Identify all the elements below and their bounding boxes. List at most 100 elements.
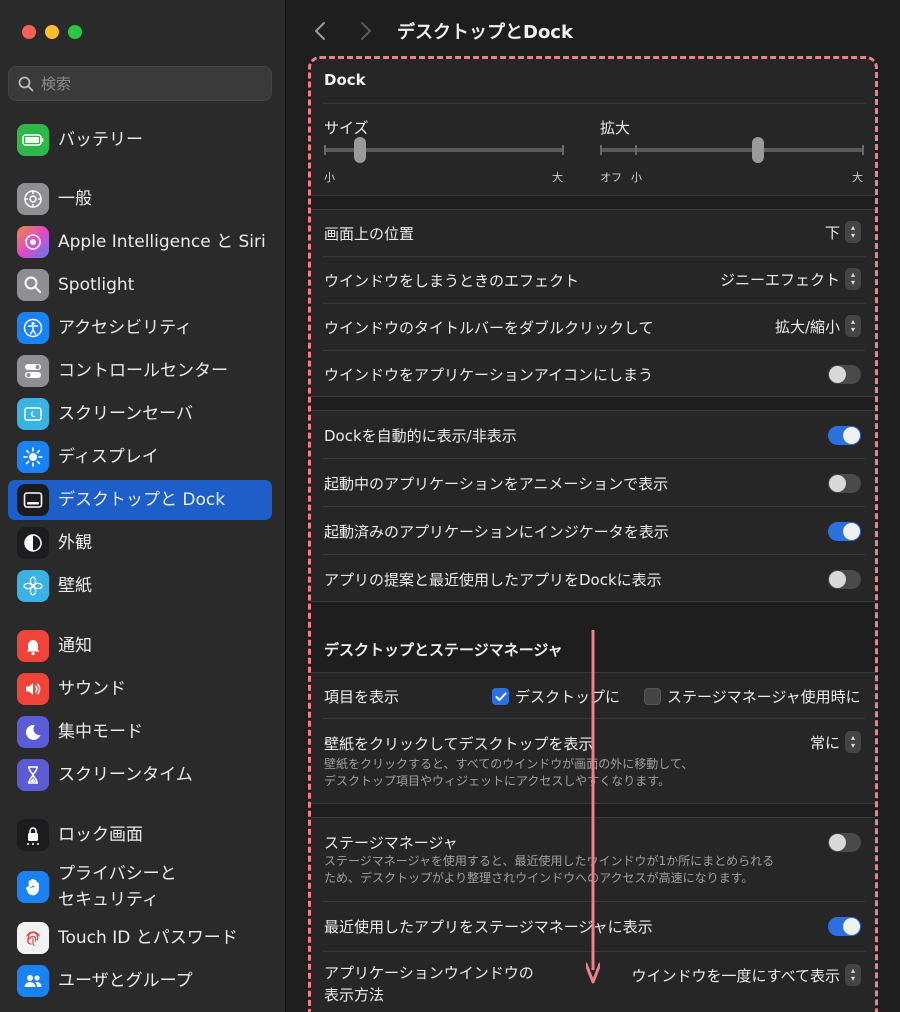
size-slider-knob[interactable] <box>354 137 366 163</box>
stage-manager-description: ステージマネージャを使用すると、最近使用したウインドウが1か所にまとめられる た… <box>324 853 774 888</box>
sidebar-item-sound[interactable]: サウンド <box>8 669 272 709</box>
minimize-to-app-label: ウインドウをアプリケーションアイコンにしまう <box>324 366 653 384</box>
sidebar-item-accessibility[interactable]: アクセシビリティ <box>8 308 272 348</box>
sidebar-item-focus[interactable]: 集中モード <box>8 712 272 752</box>
animate-label: 起動中のアプリケーションをアニメーションで表示 <box>324 475 669 493</box>
autohide-toggle[interactable] <box>828 426 861 445</box>
section-heading-dock: Dock <box>324 71 366 89</box>
app-windows-popup[interactable]: ウインドウを一度にすべて表示 ▴ ▾ <box>631 964 861 986</box>
lock-icon <box>17 819 49 851</box>
minimize-to-app-toggle[interactable] <box>828 365 861 384</box>
section-heading-stage: デスクトップとステージマネージャ <box>324 641 563 659</box>
sidebar-item-users-groups[interactable]: ユーザとグループ <box>8 961 272 1001</box>
position-value: 下 <box>824 223 840 242</box>
double-click-popup[interactable]: 拡大/縮小 ▴ ▾ <box>775 315 861 337</box>
close-button[interactable] <box>22 25 36 39</box>
battery-icon <box>17 124 49 156</box>
users-icon <box>17 965 49 997</box>
sidebar-item-label: 集中モード <box>58 721 143 742</box>
sidebar-item-spotlight[interactable]: Spotlight <box>8 265 272 305</box>
position-popup[interactable]: 下 ▴ ▾ <box>825 221 861 243</box>
sidebar-item-label: スクリーンタイム <box>58 764 193 785</box>
sidebar-item-label: ディスプレイ <box>58 446 159 467</box>
magnification-slider-knob[interactable] <box>752 137 765 163</box>
sidebar-item-label-line1: プライバシーと <box>58 864 177 884</box>
sidebar-item-desktop-dock[interactable]: デスクトップと Dock <box>8 480 272 520</box>
back-button[interactable] <box>309 18 331 44</box>
sidebar-item-displays[interactable]: ディスプレイ <box>8 437 272 477</box>
click-wallpaper-popup[interactable]: 常に ▴ ▾ <box>810 731 861 753</box>
sidebar-item-notifications[interactable]: 通知 <box>8 626 272 666</box>
minimize-effect-label: ウインドウをしまうときのエフェクト <box>324 272 580 290</box>
position-row: 画面上の位置 下 ▴ ▾ <box>311 210 875 257</box>
sidebar-item-general[interactable]: 一般 <box>8 179 272 219</box>
click-wallpaper-value: 常に <box>809 733 840 752</box>
gear-icon <box>17 183 49 215</box>
chevron-left-icon <box>315 22 325 40</box>
slider-tick <box>635 145 637 155</box>
size-min-label: 小 <box>324 171 335 184</box>
sidebar-item-label: プライバシーと セキュリティ <box>58 861 177 913</box>
recent-apps-toggle[interactable] <box>828 917 861 936</box>
forward-button[interactable] <box>355 18 377 44</box>
moon-icon <box>17 716 49 748</box>
sidebar-item-label: サウンド <box>58 678 126 699</box>
stage-manager-toggle[interactable] <box>828 833 861 852</box>
zoom-button[interactable] <box>68 25 82 39</box>
magnifier-icon <box>17 269 49 301</box>
click-wallpaper-description: 壁紙をクリックすると、すべてのウインドウが画面の外に移動して、 デスクトップ項目… <box>324 756 693 791</box>
recent-apps-label: 最近使用したアプリをステージマネージャに表示 <box>324 918 653 936</box>
dock-icon <box>17 484 49 516</box>
stage-manager-label: ステージマネージャ <box>324 834 458 852</box>
chevron-right-icon <box>361 22 371 40</box>
animate-toggle[interactable] <box>828 474 861 493</box>
sidebar-item-apple-intelligence[interactable]: Apple Intelligence と Siri <box>8 222 272 262</box>
suggest-label: アプリの提案と最近使用したアプリをDockに表示 <box>324 571 662 589</box>
sidebar-item-appearance[interactable]: 外観 <box>8 523 272 563</box>
show-stage-checkbox[interactable] <box>644 688 661 705</box>
toolbar: デスクトップとDock <box>287 0 900 60</box>
flower-icon <box>17 570 49 602</box>
siri-icon <box>17 226 49 258</box>
sidebar-item-label: ユーザとグループ <box>58 970 193 991</box>
sidebar-item-control-center[interactable]: コントロールセンター <box>8 351 272 391</box>
app-windows-label-line1: アプリケーションウインドウの <box>324 964 534 982</box>
stage-manager-desc-line2: ため、デスクトップがより整理されウインドウへのアクセスが高速になります。 <box>324 871 754 886</box>
app-windows-value: ウインドウを一度にすべて表示 <box>631 966 840 985</box>
updown-chevron-icon: ▴ ▾ <box>845 268 861 290</box>
sidebar-item-wallpaper[interactable]: 壁紙 <box>8 566 272 606</box>
indicators-label: 起動済みのアプリケーションにインジケータを表示 <box>324 523 669 541</box>
sidebar-item-touch-id[interactable]: Touch ID とパスワード <box>8 918 272 958</box>
click-wallpaper-desc-line2: デスクトップ項目やウィジェットにアクセスしやすくなります。 <box>324 774 671 789</box>
indicators-toggle[interactable] <box>828 522 861 541</box>
screensaver-icon <box>17 398 49 430</box>
minimize-button[interactable] <box>45 25 59 39</box>
size-max-label: 大 <box>552 171 563 184</box>
slider-tick <box>562 145 564 155</box>
show-items-label: 項目を表示 <box>324 688 400 706</box>
accessibility-icon <box>17 312 49 344</box>
double-click-row: ウインドウのタイトルバーをダブルクリックして 拡大/縮小 ▴ ▾ <box>311 304 875 351</box>
search-icon <box>18 76 34 92</box>
sidebar-item-battery[interactable]: バッテリー <box>8 120 272 160</box>
sidebar-item-privacy-security[interactable]: プライバシーと セキュリティ <box>8 861 272 913</box>
updown-chevron-icon: ▴ ▾ <box>845 221 861 243</box>
search-input[interactable] <box>41 73 261 95</box>
sidebar-item-label: Spotlight <box>58 274 135 295</box>
sidebar-item-screen-saver[interactable]: スクリーンセーバ <box>8 394 272 434</box>
suggest-toggle[interactable] <box>828 570 861 589</box>
sidebar-item-lock-screen[interactable]: ロック画面 <box>8 815 272 855</box>
show-desktop-checkbox[interactable] <box>492 688 509 705</box>
minimize-effect-popup[interactable]: ジニーエフェクト ▴ ▾ <box>720 268 861 290</box>
sidebar-item-label: アクセシビリティ <box>58 317 193 338</box>
magnification-slider[interactable] <box>600 137 864 163</box>
double-click-value: 拡大/縮小 <box>774 317 840 336</box>
bell-icon <box>17 630 49 662</box>
search-field[interactable] <box>8 66 272 101</box>
divider <box>323 103 865 104</box>
window-controls <box>22 25 82 39</box>
size-slider[interactable] <box>324 137 564 163</box>
sidebar-item-label: バッテリー <box>58 129 143 150</box>
sidebar-item-screen-time[interactable]: スクリーンタイム <box>8 755 272 795</box>
suggest-row: アプリの提案と最近使用したアプリをDockに表示 <box>311 555 875 603</box>
